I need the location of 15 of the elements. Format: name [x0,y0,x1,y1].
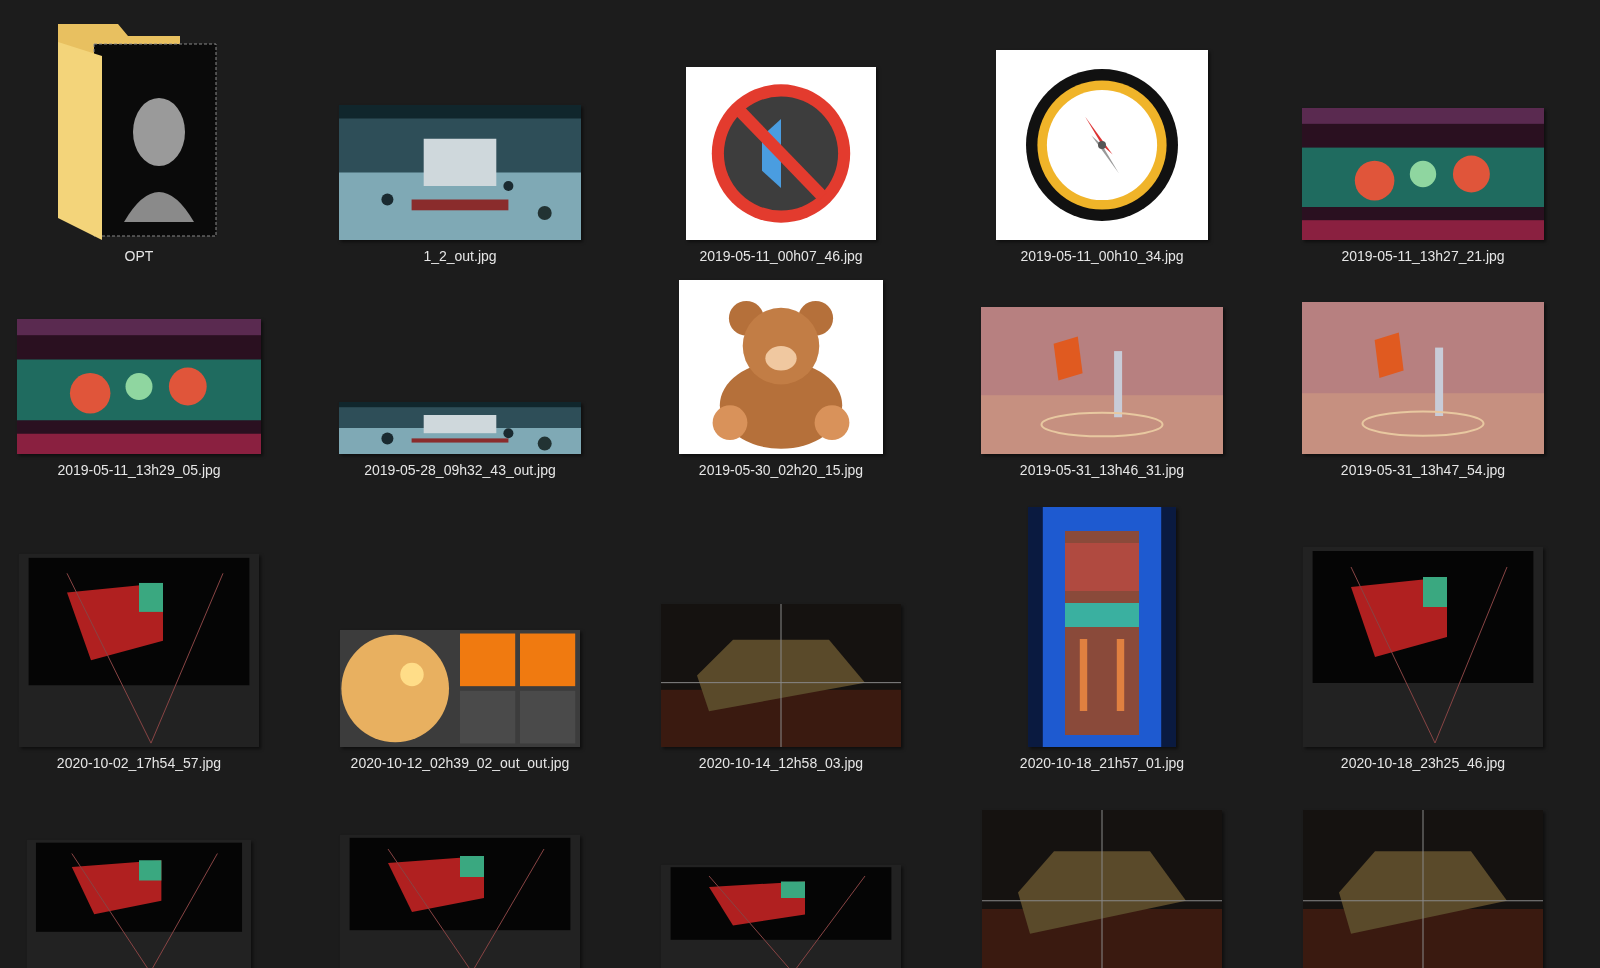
file-name[interactable]: 2020-10-14_12h58_03.jpg [698,755,864,775]
file-name[interactable]: 2019-05-11_00h10_34.jpg [1020,248,1184,268]
file-name[interactable]: 2019-05-11_13h27_21.jpg [1341,248,1505,268]
file-name[interactable]: OPT [124,248,154,268]
file-name[interactable]: 2019-05-31_13h46_31.jpg [1019,462,1185,482]
file-name[interactable]: 2019-05-11_00h07_46.jpg [699,248,863,268]
file-name[interactable]: 1_2_out.jpg [423,248,497,268]
file-name[interactable]: 2019-05-30_02h20_15.jpg [698,462,864,482]
file-name[interactable]: 2019-05-28_09h32_43_out.jpg [364,462,556,482]
file-name[interactable]: 2020-10-18_21h57_01.jpg [1019,755,1185,775]
file-name[interactable]: 2020-10-12_02h39_02_out_out.jpg [350,755,570,775]
file-name[interactable]: 2019-05-11_13h29_05.jpg [57,462,221,482]
file-name[interactable]: 2020-10-02_17h54_57.jpg [56,755,222,775]
file-name[interactable]: 2019-05-31_13h47_54.jpg [1340,462,1506,482]
file-name[interactable]: 2020-10-18_23h25_46.jpg [1340,755,1506,775]
